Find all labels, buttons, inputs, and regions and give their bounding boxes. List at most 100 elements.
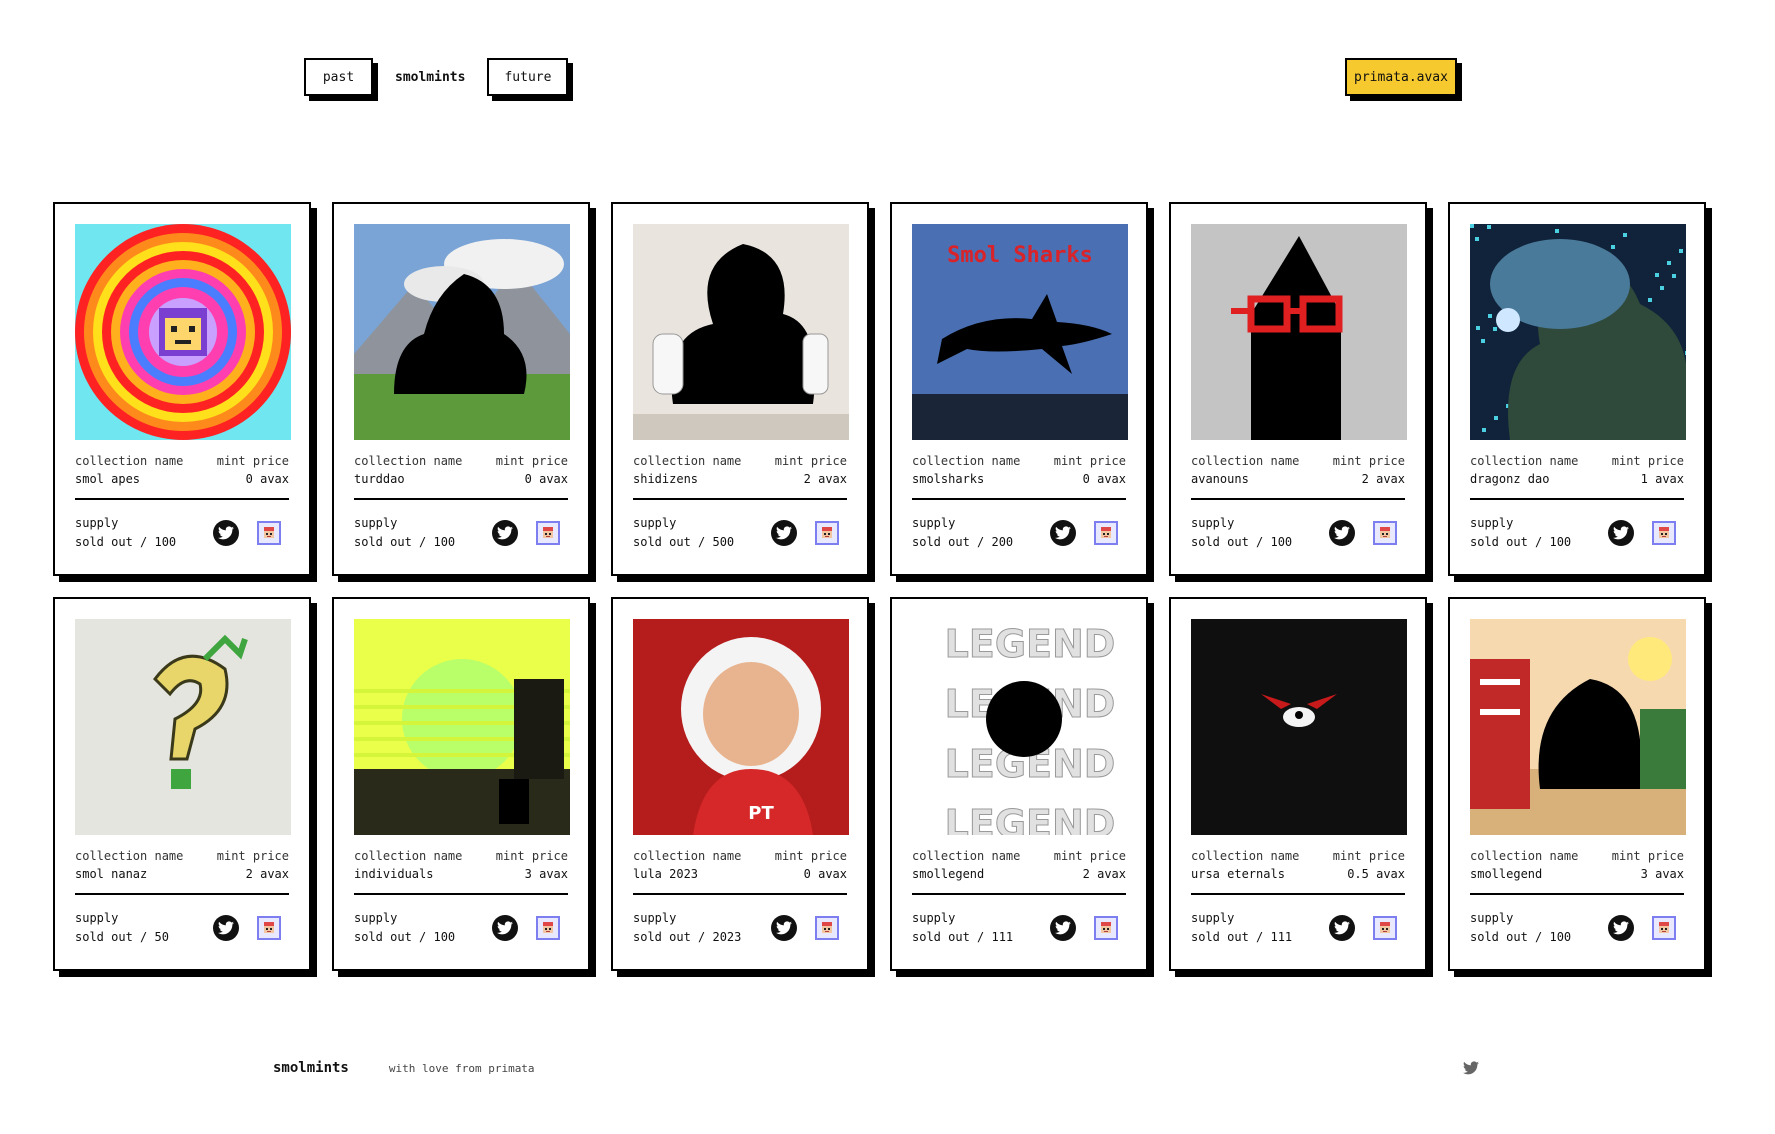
lula-2023-art[interactable]: PT — [633, 619, 849, 835]
card-divider — [354, 498, 568, 500]
card-values-row: smollegend 2 avax — [912, 867, 1126, 881]
twitter-icon[interactable] — [771, 915, 797, 941]
supply-value: sold out / 200 — [912, 535, 1014, 549]
top-navigation: past smolmints future — [304, 58, 569, 96]
twitter-icon[interactable] — [492, 915, 518, 941]
individuals-art[interactable] — [354, 619, 570, 835]
supply-label: supply — [633, 911, 677, 925]
collection-name-value: smollegend — [912, 867, 985, 881]
twitter-icon[interactable] — [1608, 915, 1634, 941]
card-values-row: smollegend 3 avax — [1470, 867, 1684, 881]
card-footer: supply sold out / 100 — [1470, 909, 1684, 947]
collection-name-label: collection name — [75, 454, 184, 468]
collection-name-value: individuals — [354, 867, 434, 881]
card-values-row: lula 2023 0 avax — [633, 867, 847, 881]
collection-name-label: collection name — [1470, 454, 1579, 468]
card-divider — [75, 893, 289, 895]
twitter-icon[interactable] — [1608, 520, 1634, 546]
twitter-icon[interactable] — [492, 520, 518, 546]
collection-name-value: lula 2023 — [633, 867, 699, 881]
supply-label: supply — [75, 516, 119, 530]
marketplace-icon[interactable] — [815, 916, 839, 940]
card-labels-row: collection name mint price — [633, 454, 847, 468]
marketplace-icon[interactable] — [257, 521, 281, 545]
supply-label: supply — [1191, 516, 1235, 530]
twitter-icon[interactable] — [1329, 520, 1355, 546]
supply-value: sold out / 100 — [75, 535, 177, 549]
collection-card[interactable]: collection name mint price dragonz dao 1… — [1448, 202, 1706, 576]
smol-nanaz-art[interactable] — [75, 619, 291, 835]
card-footer: supply sold out / 100 — [1470, 514, 1684, 552]
card-footer: supply sold out / 2023 — [633, 909, 847, 947]
card-footer: supply sold out / 200 — [912, 514, 1126, 552]
collection-card[interactable]: collection name mint price individuals 3… — [332, 597, 590, 971]
mint-price-value: 3 avax — [524, 867, 568, 881]
mint-price-value: 0 avax — [524, 472, 568, 486]
marketplace-icon[interactable] — [1094, 916, 1118, 940]
collection-card[interactable]: collection name mint price ursa eternals… — [1169, 597, 1427, 971]
marketplace-icon[interactable] — [536, 521, 560, 545]
supply-block: supply sold out / 200 — [912, 514, 1013, 552]
supply-label: supply — [75, 911, 119, 925]
marketplace-icon[interactable] — [257, 916, 281, 940]
twitter-icon[interactable] — [1329, 915, 1355, 941]
collection-card[interactable]: PT collection name mint price lula 2023 … — [611, 597, 869, 971]
card-links — [1050, 520, 1118, 546]
collection-card[interactable]: collection name mint price smol apes 0 a… — [53, 202, 311, 576]
supply-label: supply — [1191, 911, 1235, 925]
marketplace-icon[interactable] — [1652, 916, 1676, 940]
turddao-art[interactable] — [354, 224, 570, 440]
collection-card[interactable]: collection name mint price avanouns 2 av… — [1169, 202, 1427, 576]
avanouns-art[interactable] — [1191, 224, 1407, 440]
collection-name-value: smol apes — [75, 472, 141, 486]
card-footer: supply sold out / 100 — [1191, 514, 1405, 552]
card-divider — [633, 498, 847, 500]
twitter-icon[interactable] — [771, 520, 797, 546]
supply-value: sold out / 50 — [75, 930, 169, 944]
dragonz-dao-art[interactable] — [1470, 224, 1686, 440]
twitter-icon[interactable] — [1050, 915, 1076, 941]
twitter-icon[interactable] — [1050, 520, 1076, 546]
marketplace-icon[interactable] — [815, 521, 839, 545]
marketplace-icon[interactable] — [1373, 521, 1397, 545]
card-divider — [912, 893, 1126, 895]
mint-price-value: 3 avax — [1640, 867, 1684, 881]
smollegend-farm-art[interactable] — [1470, 619, 1686, 835]
past-button[interactable]: past — [304, 58, 373, 96]
smolsharks-art[interactable]: Smol Sharks — [912, 224, 1128, 440]
mint-price-label: mint price — [1611, 849, 1684, 863]
card-footer: supply sold out / 500 — [633, 514, 847, 552]
collection-name-label: collection name — [1470, 849, 1579, 863]
card-divider — [1191, 893, 1405, 895]
smollegend-art[interactable]: LEGENDLEGENDLEGENDLEGEND — [912, 619, 1128, 835]
supply-value: sold out / 500 — [633, 535, 735, 549]
marketplace-icon[interactable] — [1652, 521, 1676, 545]
mint-price-label: mint price — [216, 849, 289, 863]
collection-card[interactable]: Smol Sharks collection name mint price s… — [890, 202, 1148, 576]
marketplace-icon[interactable] — [536, 916, 560, 940]
card-divider — [1470, 498, 1684, 500]
twitter-icon[interactable] — [213, 520, 239, 546]
mint-price-value: 2 avax — [1082, 867, 1126, 881]
collection-card[interactable]: collection name mint price shidizens 2 a… — [611, 202, 869, 576]
wallet-button[interactable]: primata.avax — [1345, 58, 1457, 96]
collection-card[interactable]: collection name mint price turddao 0 ava… — [332, 202, 590, 576]
collection-name-value: ursa eternals — [1191, 867, 1285, 881]
twitter-icon[interactable] — [213, 915, 239, 941]
marketplace-icon[interactable] — [1373, 916, 1397, 940]
supply-block: supply sold out / 111 — [912, 909, 1013, 947]
mint-price-label: mint price — [1053, 454, 1126, 468]
card-links — [1050, 915, 1118, 941]
smol-apes-art[interactable] — [75, 224, 291, 440]
collection-card[interactable]: LEGENDLEGENDLEGENDLEGEND collection name… — [890, 597, 1148, 971]
footer-twitter-icon[interactable] — [1463, 1060, 1479, 1079]
collection-card[interactable]: collection name mint price smol nanaz 2 … — [53, 597, 311, 971]
marketplace-icon[interactable] — [1094, 521, 1118, 545]
card-labels-row: collection name mint price — [75, 849, 289, 863]
shidizens-art[interactable] — [633, 224, 849, 440]
ursa-eternals-art[interactable] — [1191, 619, 1407, 835]
supply-value: sold out / 111 — [912, 930, 1014, 944]
collection-card[interactable]: collection name mint price smollegend 3 … — [1448, 597, 1706, 971]
collection-name-label: collection name — [912, 454, 1021, 468]
future-button[interactable]: future — [487, 58, 569, 96]
